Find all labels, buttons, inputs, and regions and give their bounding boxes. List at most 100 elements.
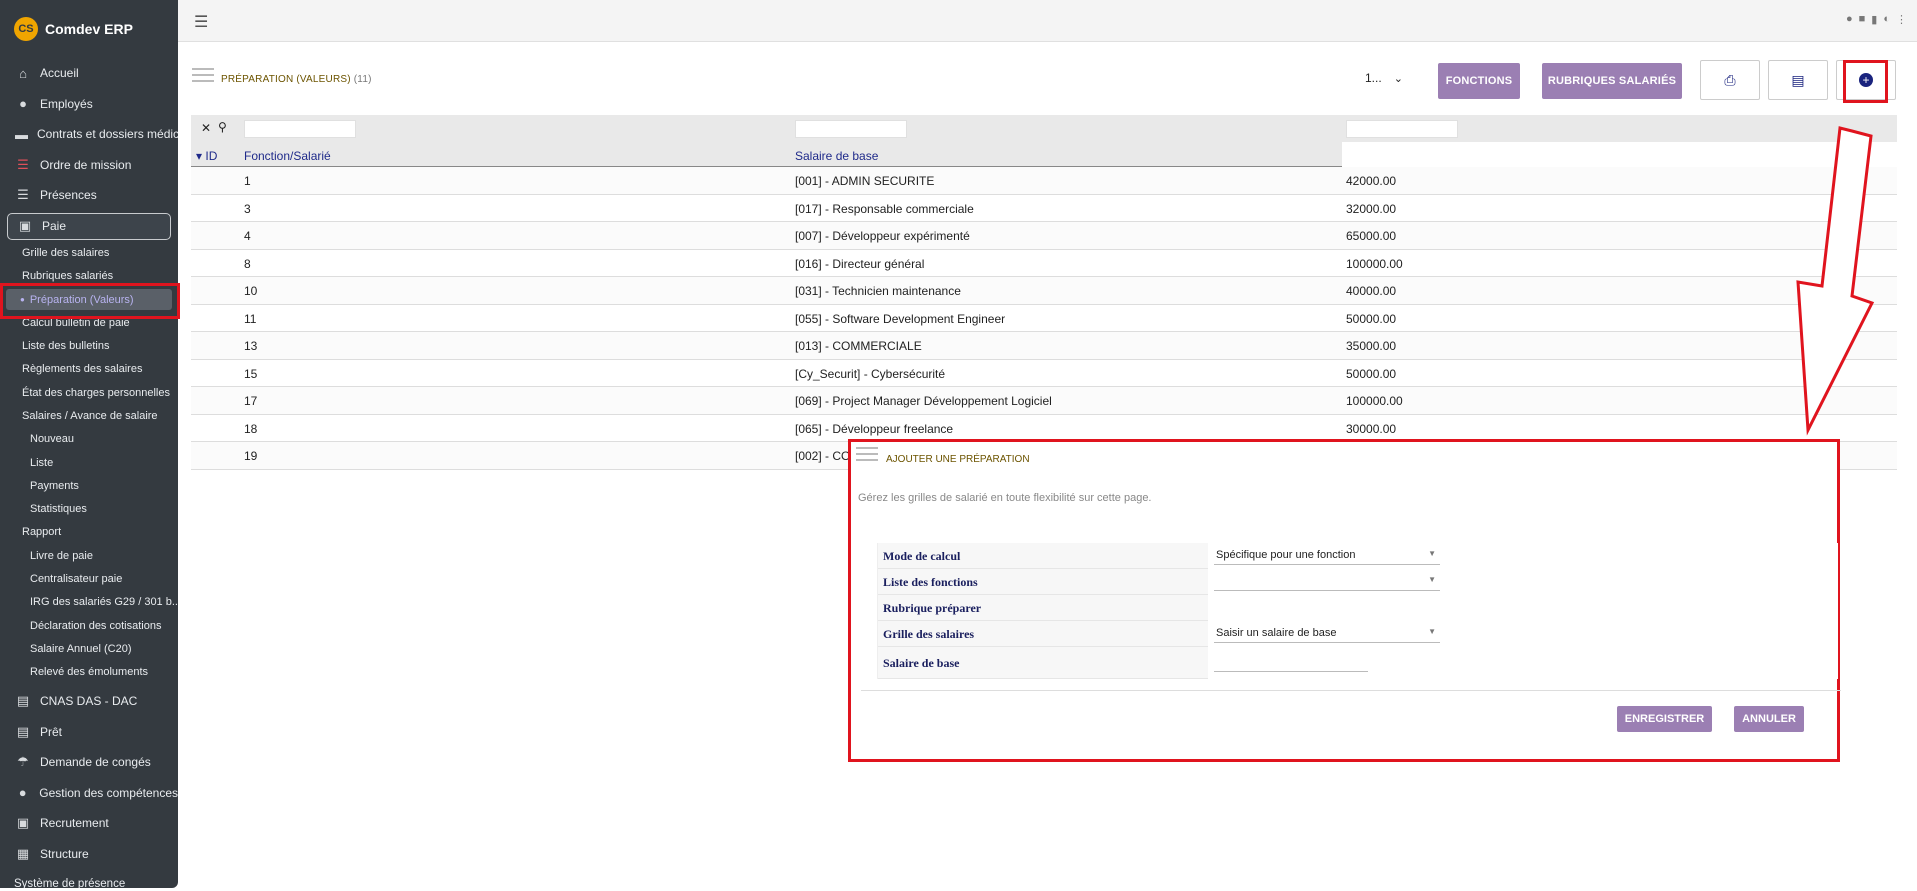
- cell-salaire: 100000.00: [1346, 256, 1403, 271]
- chat-icon[interactable]: ■: [1859, 13, 1866, 26]
- sidebar-sub-liste[interactable]: Liste: [0, 451, 178, 474]
- sidebar-sub-livre-paie[interactable]: Livre de paie: [0, 544, 178, 567]
- liste-fonctions-select[interactable]: ▼: [1214, 572, 1440, 591]
- cell-fonction: [016] - Directeur général: [795, 256, 925, 271]
- sidebar-item-conges[interactable]: ☂ Demande de congés: [0, 747, 178, 778]
- sidebar-sub-centralisateur[interactable]: Centralisateur paie: [0, 567, 178, 590]
- salaire-base-input[interactable]: [1214, 653, 1368, 672]
- filter-input-fonction[interactable]: [244, 120, 356, 138]
- sidebar-item-pret[interactable]: ▤ Prêt: [0, 716, 178, 747]
- sidebar-sub-grille-salaires[interactable]: Grille des salaires: [0, 242, 178, 265]
- page-title-text: PRÉPARATION (VALEURS): [221, 74, 351, 85]
- page-size-select[interactable]: 1... ⌄: [1365, 71, 1403, 85]
- field-cell: [1208, 647, 1838, 679]
- money-icon: ▣: [18, 218, 32, 233]
- sidebar-item-contrats[interactable]: ▬ Contrats et dossiers médic: [0, 119, 178, 150]
- record-count: (11): [353, 74, 372, 85]
- export-button[interactable]: ▤: [1768, 60, 1828, 100]
- sidebar-item-paie[interactable]: ▣ Paie: [7, 212, 171, 240]
- sidebar-sub-statistiques[interactable]: Statistiques: [0, 497, 178, 520]
- sidebar-item-employes[interactable]: ● Employés: [0, 89, 178, 120]
- sidebar-sub-payments[interactable]: Payments: [0, 474, 178, 497]
- cell-salaire: 32000.00: [1346, 201, 1397, 216]
- rubriques-salaries-button[interactable]: RUBRIQUES SALARIÉS: [1542, 63, 1682, 99]
- table-row[interactable]: 3 [017] - Responsable commerciale 32000.00: [191, 195, 1897, 222]
- sidebar-sub-avance-salaire[interactable]: Salaires / Avance de salaire: [0, 404, 178, 427]
- table-row[interactable]: 17 [069] - Project Manager Développement …: [191, 387, 1897, 415]
- column-header-id[interactable]: ▾ ID: [196, 149, 217, 163]
- notification-icon[interactable]: ●: [1846, 13, 1853, 26]
- field-cell: ▼: [1208, 569, 1838, 595]
- cell-fonction: [055] - Software Development Engineer: [795, 311, 1006, 326]
- sidebar-item-structure[interactable]: ▦ Structure: [0, 838, 178, 869]
- form-row-mode: Mode de calcul Spécifique pour une fonct…: [878, 543, 1838, 569]
- cell-id: 15: [244, 366, 258, 381]
- column-header-fonction[interactable]: Fonction/Salarié: [244, 149, 331, 163]
- grille-salaires-select[interactable]: Saisir un salaire de base ▼: [1214, 624, 1440, 643]
- sidebar-sub-reglements[interactable]: Règlements des salaires: [0, 358, 178, 381]
- print-icon: ⎙: [1724, 71, 1736, 88]
- sidebar-sub-salaire-annuel[interactable]: Salaire Annuel (C20): [0, 637, 178, 660]
- field-label: Salaire de base: [883, 656, 960, 670]
- save-button[interactable]: ENREGISTRER: [1617, 706, 1712, 732]
- clear-filter-icon[interactable]: ✕: [201, 121, 211, 135]
- field-label: Rubrique préparer: [883, 601, 982, 615]
- sidebar-sub-declaration[interactable]: Déclaration des cotisations: [0, 614, 178, 637]
- table-row[interactable]: 15 [Cy_Securit] - Cybersécurité 50000.00: [191, 360, 1897, 387]
- sidebar-sub-nouveau[interactable]: Nouveau: [0, 428, 178, 451]
- mode-calcul-select[interactable]: Spécifique pour une fonction ▼: [1214, 546, 1440, 565]
- table-row[interactable]: 13 [013] - COMMERCIALE 35000.00: [191, 332, 1897, 360]
- sidebar-item-cnas[interactable]: ▤ CNAS DAS - DAC: [0, 686, 178, 717]
- cell-id: 10: [244, 284, 258, 298]
- sidebar-item-systeme-presence[interactable]: Système de présence: [0, 869, 178, 888]
- cell-fonction: [017] - Responsable commerciale: [795, 201, 974, 216]
- add-preparation-modal: AJOUTER UNE PRÉPARATION Gérez les grille…: [848, 439, 1841, 762]
- table-row[interactable]: 10 [031] - Technicien maintenance 40000.00: [191, 277, 1897, 305]
- cell-fonction: [007] - Développeur expérimenté: [795, 229, 970, 243]
- field-label: Mode de calcul: [883, 549, 961, 563]
- table-row[interactable]: 11 [055] - Software Development Engineer 5…: [191, 305, 1897, 332]
- caret-down-icon: ▼: [1428, 627, 1436, 636]
- sidebar-sub-irg[interactable]: IRG des salariés G29 / 301 b...: [0, 591, 178, 614]
- filter-input-salaire[interactable]: [795, 120, 907, 138]
- sidebar-sub-etat-charges[interactable]: État des charges personnelles: [0, 381, 178, 404]
- table-row[interactable]: 1 [001] - ADMIN SECURITE 42000.00: [191, 167, 1897, 195]
- sidebar-item-presences[interactable]: ☰ Présences: [0, 180, 178, 211]
- sidebar-item-competences[interactable]: ● Gestion des compétences: [0, 777, 178, 808]
- column-header-salaire[interactable]: Salaire de base: [795, 149, 878, 163]
- cell-id: 8: [244, 256, 251, 271]
- sidebar-item-label: Présences: [40, 188, 97, 203]
- table-row[interactable]: 18 [065] - Développeur freelance 30000.00: [191, 415, 1897, 442]
- cell-salaire: 42000.00: [1346, 174, 1397, 188]
- filter-input-extra[interactable]: [1346, 120, 1458, 138]
- list-lines-icon: [192, 68, 214, 86]
- search-icon[interactable]: ⚲: [218, 120, 227, 134]
- building-icon: ▦: [16, 845, 30, 861]
- cell-fonction: [069] - Project Manager Développement Lo…: [795, 394, 1052, 408]
- cell-salaire: 30000.00: [1346, 421, 1397, 436]
- file-export-icon: ▤: [1791, 71, 1805, 88]
- cancel-button[interactable]: ANNULER: [1734, 706, 1804, 732]
- cell-fonction: [065] - Développeur freelance: [795, 421, 954, 436]
- avatar[interactable]: ◐: [1883, 13, 1890, 26]
- hamburger-icon[interactable]: ☰: [194, 12, 208, 32]
- file-icon: ▤: [16, 693, 30, 709]
- field-cell: Saisir un salaire de base ▼: [1208, 621, 1838, 647]
- annotation-box-add: [1843, 60, 1888, 103]
- field-label: Liste des fonctions: [883, 575, 978, 589]
- fonctions-button[interactable]: FONCTIONS: [1438, 63, 1520, 99]
- trash-icon[interactable]: ▮: [1871, 13, 1877, 26]
- cell-id: 1: [244, 174, 251, 188]
- print-button[interactable]: ⎙: [1700, 60, 1760, 100]
- sidebar-sub-releve[interactable]: Relevé des émoluments: [0, 661, 178, 684]
- sidebar-sub-liste-bulletins[interactable]: Liste des bulletins: [0, 334, 178, 357]
- table-row[interactable]: 8 [016] - Directeur général 100000.00: [191, 250, 1897, 277]
- sidebar-sub-rapport[interactable]: Rapport: [0, 521, 178, 544]
- sidebar-item-accueil[interactable]: ⌂ Accueil: [0, 58, 178, 89]
- sidebar-item-recrutement[interactable]: ▣ Recrutement: [0, 808, 178, 839]
- umbrella-icon: ☂: [17, 754, 29, 770]
- brand[interactable]: CS Comdev ERP: [0, 0, 178, 58]
- table-row[interactable]: 4 [007] - Développeur expérimenté 65000.00: [191, 222, 1897, 250]
- more-vertical-icon[interactable]: ⋮: [1896, 13, 1907, 26]
- sidebar-item-ordre-mission[interactable]: ☰ Ordre de mission: [0, 150, 178, 181]
